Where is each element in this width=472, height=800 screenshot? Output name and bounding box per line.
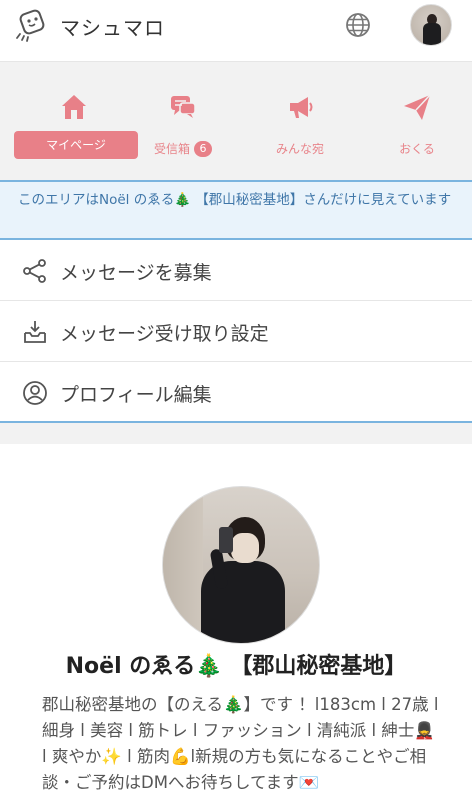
profile-name: Noël のゑる🎄 【郡山秘密基地】 <box>65 654 407 679</box>
user-avatar[interactable] <box>410 4 452 46</box>
tab-everyone-label: みんな宛 <box>275 142 324 156</box>
mypage-menu: メッセージを募集 メッセージ受け取り設定 プロフィール編集 <box>0 240 472 423</box>
share-icon <box>23 259 46 283</box>
profile-card: Noël のゑる🎄 【郡山秘密基地】 郡山秘密基地の【のえる🎄】です ！l183… <box>0 444 472 800</box>
menu-item-recruit-messages[interactable]: メッセージを募集 <box>0 240 472 301</box>
private-area-notice: このエリアはNoël のゑる🎄 【郡山秘密基地】さんだけに見えています <box>0 180 472 240</box>
profile-avatar <box>162 486 320 644</box>
app-title[interactable]: マシュマロ <box>60 12 165 41</box>
profile-description: 郡山秘密基地の【のえる🎄】です ！l183cm l 27歳 l 細身 l 美容 … <box>42 695 439 792</box>
megaphone-icon <box>290 97 313 118</box>
app-header: マシュマロ <box>0 0 472 62</box>
tab-inbox-text: 受信箱 <box>153 142 190 156</box>
inbox-download-icon <box>24 321 46 343</box>
tab-mypage-label: マイページ <box>14 131 138 159</box>
profile-icon <box>23 381 47 405</box>
menu-item-label: メッセージを募集 <box>60 262 212 284</box>
menu-item-edit-profile[interactable]: プロフィール編集 <box>0 362 472 423</box>
tab-send-label: おくる <box>399 142 435 156</box>
tab-send[interactable]: おくる <box>365 92 469 162</box>
menu-item-label: プロフィール編集 <box>60 384 212 406</box>
tab-mypage[interactable]: マイページ <box>14 92 138 162</box>
paper-plane-icon <box>404 94 431 120</box>
tab-inbox-label: 受信箱 6 <box>131 136 235 162</box>
menu-item-label: メッセージ受け取り設定 <box>60 323 269 345</box>
chat-bubbles-icon <box>171 96 196 118</box>
menu-item-receive-settings[interactable]: メッセージ受け取り設定 <box>0 301 472 362</box>
globe-icon[interactable] <box>345 12 371 38</box>
home-icon <box>62 95 86 119</box>
marshmallow-logo-icon[interactable] <box>14 8 50 44</box>
tab-inbox[interactable]: 受信箱 6 <box>131 92 235 162</box>
main-tabs: マイページ 受信箱 6 みんな宛 おくる <box>0 62 472 180</box>
inbox-count-badge: 6 <box>194 141 212 157</box>
tab-everyone[interactable]: みんな宛 <box>248 92 352 162</box>
